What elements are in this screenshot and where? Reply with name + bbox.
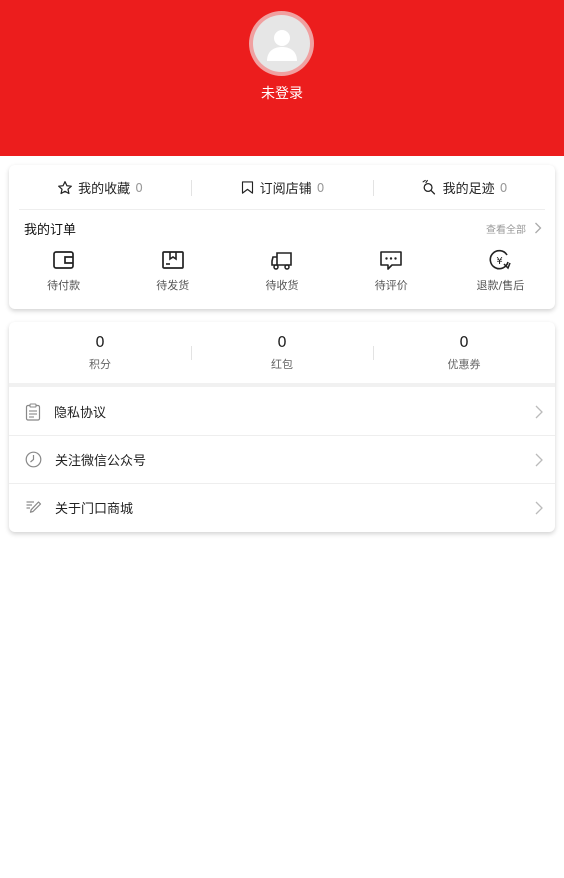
overview-card: 我的收藏 0 订阅店铺 0 我的足迹 0 我的订单 查看全部 待付款 待发货 待…: [9, 165, 555, 309]
divider: [19, 209, 545, 210]
order-status-label: 待发货: [156, 279, 190, 292]
bookmark-icon: [241, 181, 253, 194]
orders-title: 我的订单: [24, 222, 77, 238]
profile-page: 未登录 我的收藏 0 订阅店铺 0 我的足迹 0 我的订单 查看全部 待付款 待…: [0, 0, 564, 878]
pen-icon: [26, 501, 42, 513]
footprint-icon: [422, 179, 435, 195]
avatar[interactable]: [249, 11, 314, 76]
order-status-label: 待付款: [47, 279, 81, 292]
user-icon: [253, 15, 310, 72]
order-pending-shipment[interactable]: 待发货: [118, 249, 227, 299]
chevron-right-icon: [535, 222, 542, 234]
view-all-orders-link[interactable]: 查看全部: [486, 221, 542, 236]
coupon-label: 优惠券: [447, 358, 481, 371]
box-icon: [161, 251, 184, 269]
points-value: 0: [95, 333, 105, 351]
menu-item-label: 关于门口商城: [55, 502, 134, 517]
order-refund-aftersales[interactable]: ¥ 退款/售后: [446, 249, 555, 299]
quick-link-label: 我的收藏: [78, 182, 131, 197]
quick-link-footprints[interactable]: 我的足迹 0: [373, 178, 555, 197]
points-row: 0 积分 0 红包 0 优惠券: [9, 322, 555, 383]
order-status-label: 待收货: [265, 279, 299, 292]
coupon-item[interactable]: 0 优惠券: [373, 322, 555, 383]
section-gap: [9, 383, 555, 387]
order-status-label: 退款/售后: [476, 279, 525, 292]
login-link[interactable]: 未登录: [0, 83, 564, 103]
assets-menu-card: 0 积分 0 红包 0 优惠券 隐私协议 关注微信公众号 关于门口商城: [9, 322, 555, 532]
menu-item-label: 关注微信公众号: [55, 454, 147, 469]
red-packet-item[interactable]: 0 红包: [191, 322, 373, 383]
chevron-right-icon: [535, 453, 543, 466]
orders-status-row: 待付款 待发货 待收货 待评价 ¥ 退款/售后: [9, 249, 555, 299]
quick-link-subscribed-shops[interactable]: 订阅店铺 0: [191, 178, 373, 197]
order-status-label: 待评价: [374, 279, 408, 292]
quick-link-favorites[interactable]: 我的收藏 0: [9, 178, 191, 197]
menu-item-privacy[interactable]: 隐私协议: [9, 388, 555, 435]
menu-item-wechat-follow[interactable]: 关注微信公众号: [9, 436, 555, 483]
star-icon: [58, 180, 73, 194]
quick-link-count: 0: [135, 180, 143, 195]
menu-item-label: 隐私协议: [54, 406, 107, 421]
quick-links-row: 我的收藏 0 订阅店铺 0 我的足迹 0: [9, 165, 555, 210]
order-pending-receipt[interactable]: 待收货: [227, 249, 336, 299]
orders-header: 我的订单 查看全部: [9, 217, 555, 239]
chevron-right-icon: [535, 501, 543, 514]
wallet-icon: [52, 251, 74, 269]
order-pending-payment[interactable]: 待付款: [9, 249, 118, 299]
coupon-value: 0: [459, 333, 469, 351]
quick-link-count: 0: [499, 180, 508, 195]
quick-link-count: 0: [316, 180, 325, 195]
refund-icon: ¥: [489, 249, 512, 270]
red-packet-label: 红包: [271, 358, 293, 371]
order-pending-review[interactable]: 待评价: [337, 249, 446, 299]
quick-link-label: 我的足迹: [442, 182, 495, 197]
chevron-right-icon: [535, 405, 543, 418]
points-label: 积分: [89, 358, 111, 371]
clipboard-icon: [25, 402, 41, 421]
view-all-label: 查看全部: [486, 224, 526, 236]
menu-item-about[interactable]: 关于门口商城: [9, 484, 555, 531]
truck-icon: [271, 252, 292, 270]
svg-text:¥: ¥: [497, 256, 503, 267]
profile-header: 未登录: [0, 0, 564, 156]
comment-icon: [380, 251, 403, 270]
red-packet-value: 0: [277, 333, 287, 351]
clock-icon: [25, 451, 42, 468]
quick-link-label: 订阅店铺: [259, 182, 312, 197]
points-item[interactable]: 0 积分: [9, 322, 191, 383]
